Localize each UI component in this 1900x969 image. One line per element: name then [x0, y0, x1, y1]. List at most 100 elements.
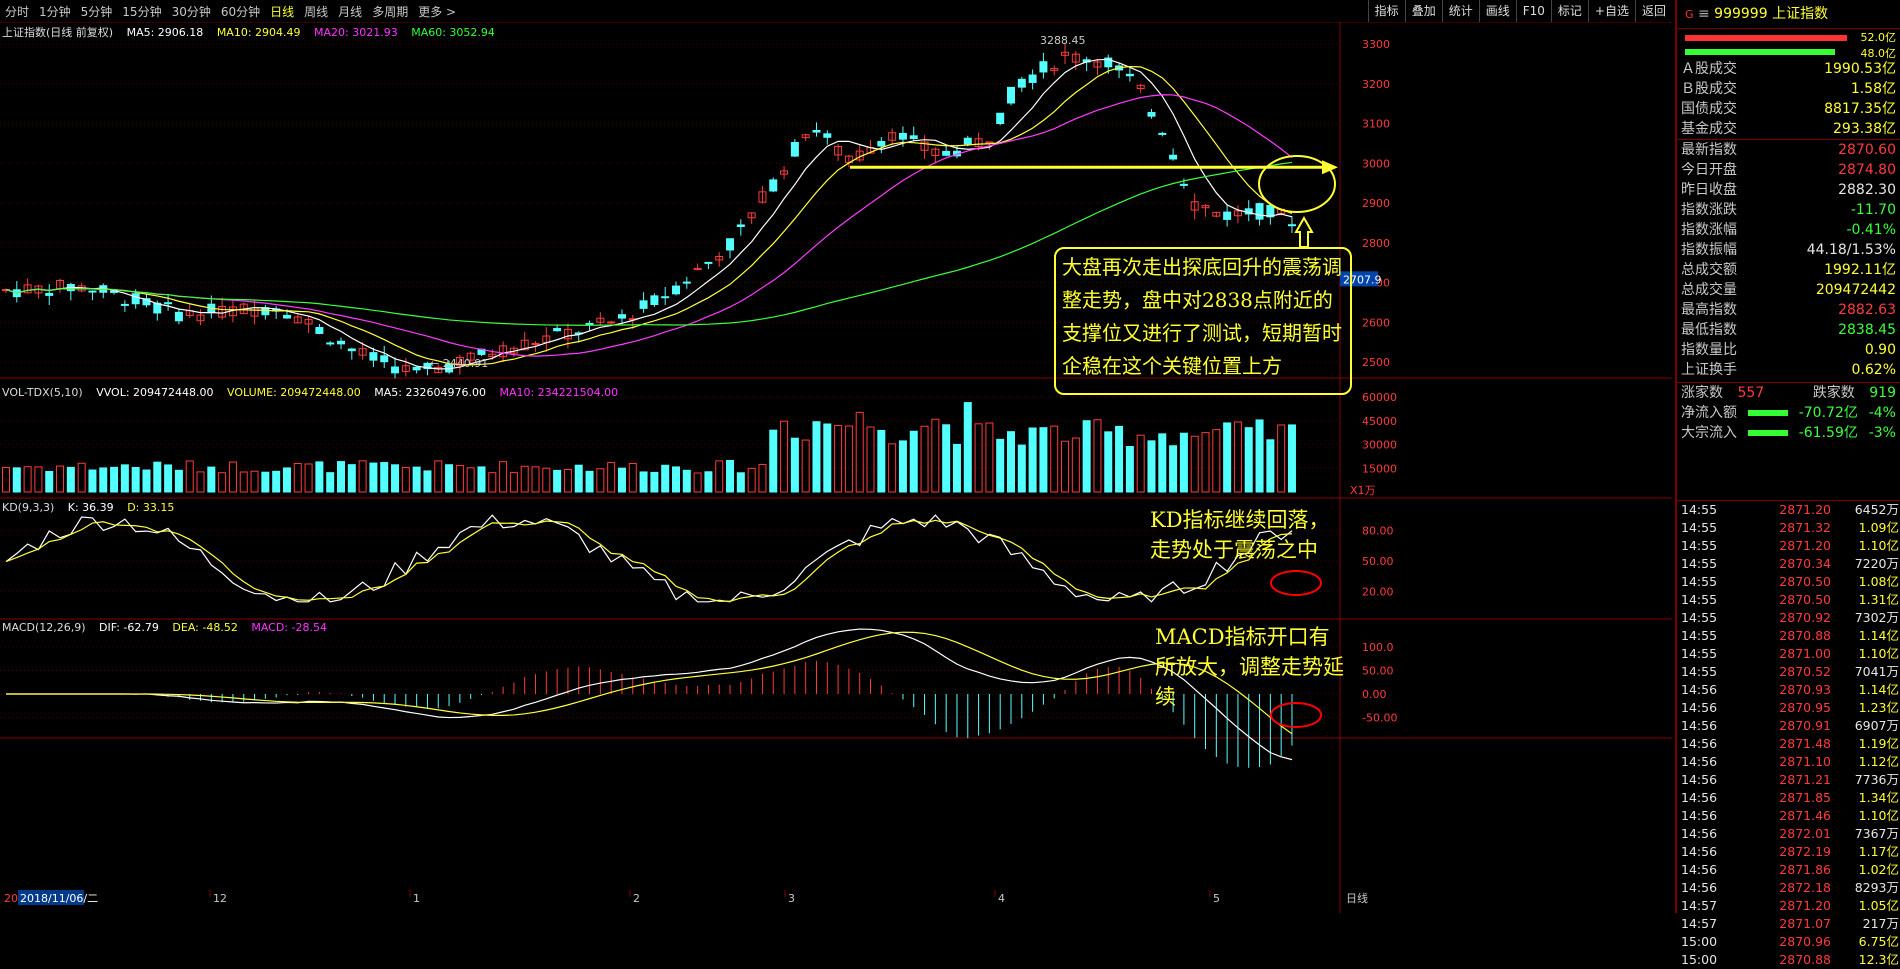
tick-row: 14:55 2871.20 1.10亿 — [1677, 537, 1900, 555]
volume-bar — [207, 466, 216, 493]
stat-row: 最新指数 2870.60 — [1677, 139, 1900, 160]
volume-tick: 15000 — [1362, 462, 1397, 475]
tick-time: 14:55 — [1681, 628, 1718, 643]
stat-value: 2874.80 — [1838, 162, 1896, 178]
candle-body — [1007, 86, 1015, 104]
volume-bar — [672, 466, 680, 493]
tool-button-6[interactable]: +自选 — [1587, 0, 1635, 22]
candle-body — [812, 129, 821, 133]
net-inflow-bar — [1747, 410, 1788, 416]
candle-body — [412, 366, 421, 371]
volume-bar — [1093, 419, 1102, 493]
volume-bar — [164, 464, 173, 493]
volume-bar — [228, 461, 237, 493]
volume-bar — [218, 472, 227, 493]
tick-price: 2870.95 — [1779, 700, 1831, 715]
tick-price: 2871.00 — [1779, 646, 1831, 661]
tick-price: 2871.86 — [1779, 862, 1831, 877]
tool-button-7[interactable]: 返回 — [1634, 0, 1672, 22]
period-tab-3[interactable]: 15分钟 — [117, 3, 166, 20]
volume-bar — [1169, 445, 1178, 493]
volume-bar — [56, 465, 65, 493]
period-tab-2[interactable]: 5分钟 — [76, 3, 118, 20]
candle-body — [823, 133, 832, 138]
stat-label: 指数振幅 — [1681, 242, 1737, 258]
tick-volume: 1.31亿 — [1858, 592, 1899, 607]
volume-tick: 30000 — [1362, 439, 1397, 452]
candle-body — [1169, 154, 1178, 160]
tick-row: 14:55 2870.92 7302万 — [1677, 609, 1900, 627]
tick-volume: 217万 — [1862, 916, 1899, 931]
period-tab-8[interactable]: 月线 — [333, 3, 367, 20]
volume-bar — [823, 423, 832, 493]
volume-bar — [909, 430, 918, 493]
stat-row: 指数量比 0.90 — [1677, 340, 1900, 360]
volume-bar — [337, 461, 345, 493]
tick-price: 2870.50 — [1779, 574, 1831, 589]
tick-volume: 1.10亿 — [1858, 646, 1899, 661]
stat-row: Ｂ股成交 1.58亿 — [1677, 79, 1900, 99]
stat-value: -0.41% — [1846, 222, 1896, 238]
candle-body — [877, 141, 886, 147]
volume-bar — [1028, 427, 1037, 493]
tick-volume: 7302万 — [1854, 610, 1899, 625]
period-tab-10[interactable]: 更多 > — [413, 3, 461, 20]
tick-price: 2871.32 — [1779, 520, 1831, 535]
fall-count: 919 — [1869, 385, 1896, 401]
tick-row: 14:56 2871.10 1.12亿 — [1677, 753, 1900, 771]
candle-body — [996, 112, 1005, 125]
tool-button-2[interactable]: 统计 — [1441, 0, 1479, 22]
tool-button-0[interactable]: 指标 — [1367, 0, 1405, 22]
volume-bar — [574, 464, 583, 493]
volume-bar — [628, 462, 637, 493]
tick-price: 2870.88 — [1779, 628, 1831, 643]
period-tab-4[interactable]: 30分钟 — [167, 3, 216, 20]
tick-price: 2870.50 — [1779, 592, 1831, 607]
tool-button-3[interactable]: 画线 — [1478, 0, 1516, 22]
high-label: 3288.45 — [1040, 34, 1086, 47]
volume-bar — [996, 438, 1005, 493]
tool-button-4[interactable]: F10 — [1515, 0, 1551, 22]
period-tab-9[interactable]: 多周期 — [367, 3, 413, 20]
volume-bar — [1082, 420, 1091, 493]
tick-price: 2872.19 — [1779, 844, 1831, 859]
volume-bar — [1233, 421, 1242, 493]
stock-chart[interactable]: 3300320031003000290028002700260025006000… — [0, 22, 1672, 913]
tick-time: 14:55 — [1681, 538, 1718, 553]
candle-body — [1287, 224, 1296, 227]
candle-body — [963, 137, 972, 145]
tick-time: 14:56 — [1681, 772, 1718, 787]
period-tab-0[interactable]: 分时 — [0, 3, 34, 20]
volume-bar — [812, 421, 821, 493]
period-tab-7[interactable]: 周线 — [299, 3, 333, 20]
tick-time: 14:56 — [1681, 808, 1718, 823]
quote-stats: Ａ股成交 1990.53亿 Ｂ股成交 1.58亿 国债成交 8817.35亿 基金成交 293… — [1677, 59, 1900, 380]
period-tab-1[interactable]: 1分钟 — [34, 3, 76, 20]
volume-bar — [401, 466, 410, 493]
tick-time: 14:56 — [1681, 700, 1718, 715]
tick-volume: 1.10亿 — [1858, 538, 1899, 553]
stat-row: 基金成交 293.38亿 — [1677, 119, 1900, 139]
stat-value: 1.58亿 — [1850, 81, 1896, 97]
stat-value: 44.18/1.53% — [1806, 242, 1896, 258]
volume-bar — [661, 464, 670, 493]
volume-bar — [1287, 424, 1296, 493]
highlight-ellipse — [1258, 155, 1336, 213]
macd-tick: -50.00 — [1362, 712, 1397, 725]
volume-tick: 60000 — [1362, 391, 1397, 404]
period-tab-6[interactable]: 日线 — [265, 3, 299, 20]
candle-body — [553, 327, 562, 332]
tick-list[interactable]: 14:55 2871.20 6452万 14:55 2871.32 1.09亿 14:55 2… — [1677, 500, 1900, 969]
tick-time: 14:55 — [1681, 610, 1718, 625]
period-tab-5[interactable]: 60分钟 — [216, 3, 265, 20]
tick-time: 14:56 — [1681, 826, 1718, 841]
candle-body — [942, 150, 951, 156]
quote-name: 上证指数 — [1772, 6, 1829, 22]
tool-button-5[interactable]: 标记 — [1550, 0, 1588, 22]
volume-bar — [272, 470, 281, 493]
volume-bar — [553, 469, 562, 493]
volume-bar — [1125, 446, 1134, 493]
menu-icon[interactable]: ≡ — [1698, 6, 1710, 22]
tool-button-1[interactable]: 叠加 — [1404, 0, 1442, 22]
tick-row: 14:55 2871.32 1.09亿 — [1677, 519, 1900, 537]
